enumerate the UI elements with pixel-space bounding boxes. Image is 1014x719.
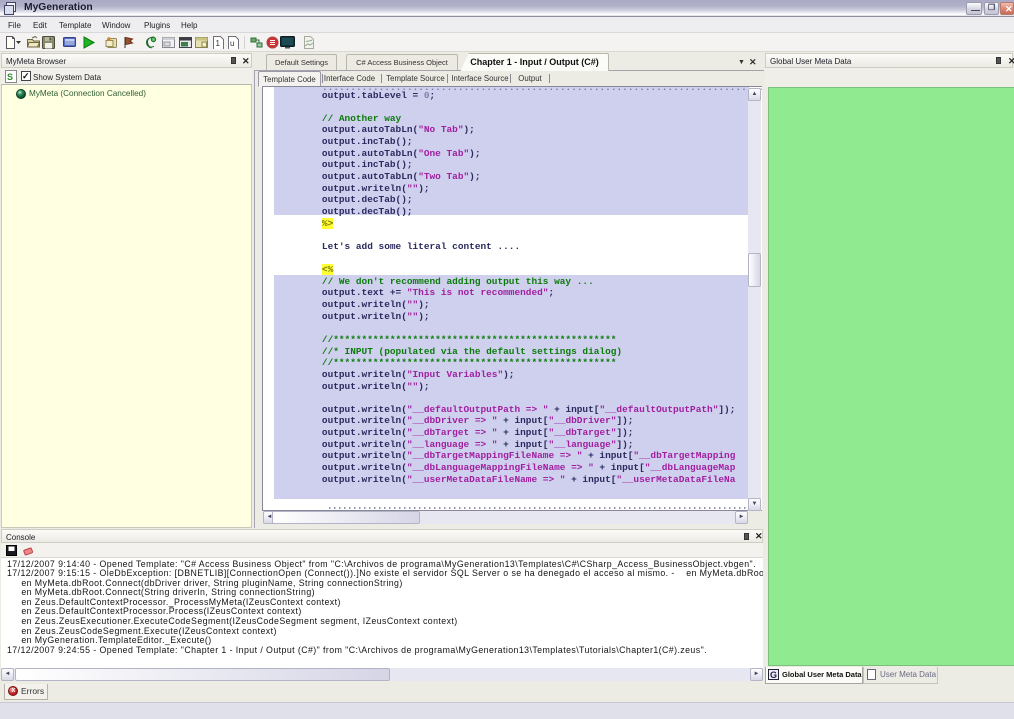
svg-text:G: G bbox=[770, 670, 777, 680]
svg-text:S: S bbox=[7, 72, 13, 82]
svg-text:u: u bbox=[230, 39, 234, 48]
svg-text:1: 1 bbox=[216, 39, 221, 48]
